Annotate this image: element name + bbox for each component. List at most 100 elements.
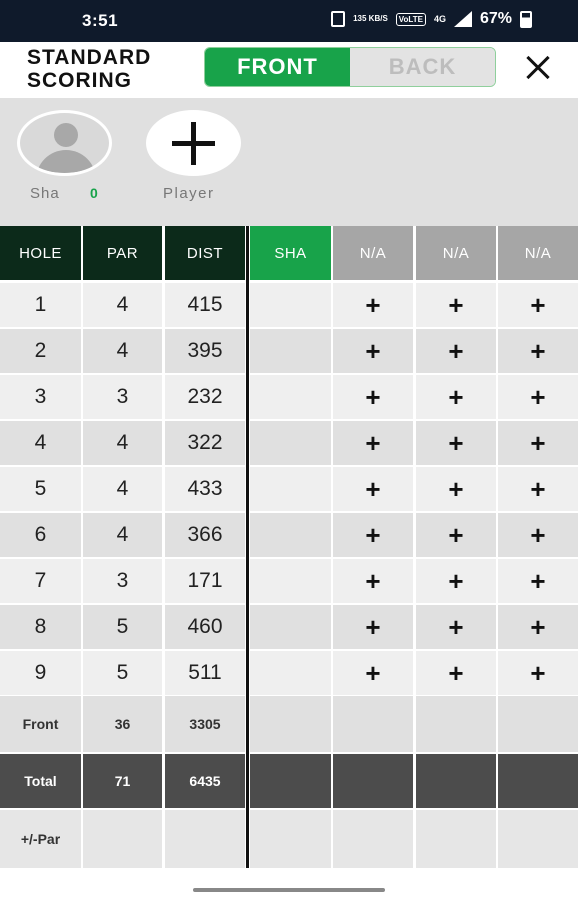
hole-dist: 366 (165, 513, 245, 557)
hole-dist: 460 (165, 605, 245, 649)
par-diff-sha (250, 810, 331, 868)
add-score-icon[interactable]: + (416, 329, 496, 373)
table-header-row: HOLE PAR DIST SHA N/A N/A N/A (0, 226, 578, 280)
add-score-icon[interactable]: + (498, 605, 578, 649)
total-score-sha (250, 754, 331, 808)
add-score-icon[interactable]: + (416, 421, 496, 465)
score-cell-sha[interactable] (250, 559, 331, 603)
add-score-icon[interactable]: + (333, 283, 413, 327)
add-score-icon[interactable]: + (498, 421, 578, 465)
score-cell-sha[interactable] (250, 421, 331, 465)
close-icon[interactable] (520, 50, 556, 86)
table-row: 4 4 322 + + + (0, 421, 578, 465)
hole-par: 4 (83, 283, 162, 327)
players-bar: Sha 0 Player (0, 98, 578, 226)
table-row: 8 5 460 + + + (0, 605, 578, 649)
add-score-icon[interactable]: + (333, 421, 413, 465)
add-score-icon[interactable]: + (498, 329, 578, 373)
add-score-icon[interactable]: + (416, 559, 496, 603)
hole-dist: 511 (165, 651, 245, 695)
total-score-empty (333, 754, 413, 808)
add-score-icon[interactable]: + (416, 283, 496, 327)
table-row: 2 4 395 + + + (0, 329, 578, 373)
grand-total-row: Total 71 6435 (0, 754, 578, 808)
hole-dist: 171 (165, 559, 245, 603)
par-diff-empty (498, 810, 578, 868)
hole-dist: 433 (165, 467, 245, 511)
score-cell-sha[interactable] (250, 467, 331, 511)
nav-footer (0, 868, 578, 900)
add-score-icon[interactable]: + (333, 375, 413, 419)
add-score-icon[interactable]: + (333, 605, 413, 649)
status-icons: 135 KB/S VoLTE 4G 67% (331, 10, 532, 28)
add-score-icon[interactable]: + (498, 283, 578, 327)
table-row: 6 4 366 + + + (0, 513, 578, 557)
add-score-icon[interactable]: + (333, 651, 413, 695)
hole-dist: 395 (165, 329, 245, 373)
hole-number: 4 (0, 421, 81, 465)
add-score-icon[interactable]: + (416, 467, 496, 511)
avatar-head (54, 123, 78, 147)
hole-number: 7 (0, 559, 81, 603)
add-score-icon[interactable]: + (333, 329, 413, 373)
par-diff-label: +/-Par (0, 810, 81, 868)
column-divider (246, 226, 249, 868)
page-title: STANDARD SCORING (27, 46, 152, 92)
score-cell-sha[interactable] (250, 605, 331, 649)
add-score-icon[interactable]: + (333, 559, 413, 603)
avatar[interactable] (17, 110, 112, 176)
add-score-icon[interactable]: + (416, 651, 496, 695)
score-cell-sha[interactable] (250, 329, 331, 373)
par-diff-row: +/-Par (0, 810, 578, 868)
col-player-sha[interactable]: SHA (250, 226, 331, 280)
score-cell-sha[interactable] (250, 283, 331, 327)
hole-number: 2 (0, 329, 81, 373)
score-cell-sha[interactable] (250, 375, 331, 419)
table-row: 3 3 232 + + + (0, 375, 578, 419)
add-score-icon[interactable]: + (416, 375, 496, 419)
add-score-icon[interactable]: + (416, 605, 496, 649)
hole-par: 4 (83, 467, 162, 511)
total-score-empty (498, 754, 578, 808)
hole-par: 4 (83, 421, 162, 465)
add-score-icon[interactable]: + (498, 559, 578, 603)
hole-par: 3 (83, 559, 162, 603)
add-score-icon[interactable]: + (498, 513, 578, 557)
front-score-empty (333, 696, 413, 752)
score-cell-sha[interactable] (250, 513, 331, 557)
add-score-icon[interactable]: + (498, 651, 578, 695)
score-cell-sha[interactable] (250, 651, 331, 695)
par-diff-par (83, 810, 162, 868)
hole-par: 3 (83, 375, 162, 419)
add-player-button[interactable] (146, 110, 241, 176)
status-bar: 3:51 135 KB/S VoLTE 4G 67% (0, 0, 578, 42)
volte-icon: VoLTE (395, 12, 426, 26)
tab-front[interactable]: FRONT (205, 48, 350, 86)
add-player-label: Player (163, 185, 215, 202)
front-total-row: Front 36 3305 (0, 696, 578, 752)
col-player-empty-3[interactable]: N/A (498, 226, 578, 280)
table-row: 5 4 433 + + + (0, 467, 578, 511)
hole-par: 4 (83, 513, 162, 557)
status-time: 3:51 (82, 11, 119, 30)
front-label: Front (0, 696, 81, 752)
col-player-empty-1[interactable]: N/A (333, 226, 413, 280)
hole-dist: 322 (165, 421, 245, 465)
add-score-icon[interactable]: + (333, 467, 413, 511)
hole-par: 5 (83, 651, 162, 695)
par-diff-empty (416, 810, 496, 868)
table-row: 7 3 171 + + + (0, 559, 578, 603)
hole-par: 4 (83, 329, 162, 373)
add-score-icon[interactable]: + (498, 375, 578, 419)
vibrate-icon (331, 11, 346, 27)
add-score-icon[interactable]: + (416, 513, 496, 557)
col-player-empty-2[interactable]: N/A (416, 226, 496, 280)
home-indicator[interactable] (193, 888, 385, 892)
par-diff-dist (165, 810, 245, 868)
add-score-icon[interactable]: + (333, 513, 413, 557)
total-score-empty (416, 754, 496, 808)
tab-back[interactable]: BACK (350, 48, 495, 86)
par-diff-empty (333, 810, 413, 868)
add-score-icon[interactable]: + (498, 467, 578, 511)
table-row: 9 5 511 + + + (0, 651, 578, 695)
